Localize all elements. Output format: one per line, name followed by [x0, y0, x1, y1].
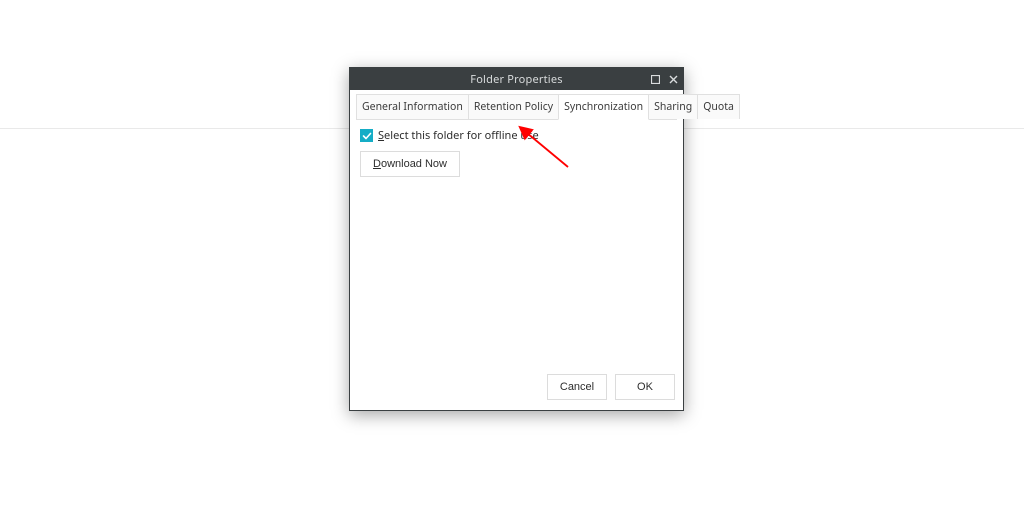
dialog-title: Folder Properties: [470, 72, 562, 87]
tab-content-synchronization: Select this folder for offline use Downl…: [356, 120, 677, 374]
tab-synchronization[interactable]: Synchronization: [558, 94, 649, 120]
download-now-button[interactable]: Download Now: [360, 151, 460, 177]
maximize-icon[interactable]: [649, 73, 661, 85]
offline-use-row: Select this folder for offline use: [360, 128, 673, 143]
close-icon[interactable]: [667, 73, 679, 85]
tab-retention-policy[interactable]: Retention Policy: [468, 94, 559, 119]
titlebar[interactable]: Folder Properties: [350, 68, 683, 90]
dialog-body: General Information Retention Policy Syn…: [350, 90, 683, 410]
ok-button[interactable]: OK: [615, 374, 675, 400]
tabs: General Information Retention Policy Syn…: [356, 94, 677, 120]
folder-properties-dialog: Folder Properties General Information Re…: [349, 67, 684, 411]
tab-general-information[interactable]: General Information: [356, 94, 469, 119]
window-controls: [649, 68, 679, 90]
tab-quota[interactable]: Quota: [697, 94, 740, 119]
dialog-footer: Cancel OK: [356, 374, 677, 402]
offline-use-label[interactable]: Select this folder for offline use: [378, 128, 539, 143]
tab-sharing[interactable]: Sharing: [648, 94, 698, 119]
cancel-button[interactable]: Cancel: [547, 374, 607, 400]
offline-use-checkbox[interactable]: [360, 129, 373, 142]
